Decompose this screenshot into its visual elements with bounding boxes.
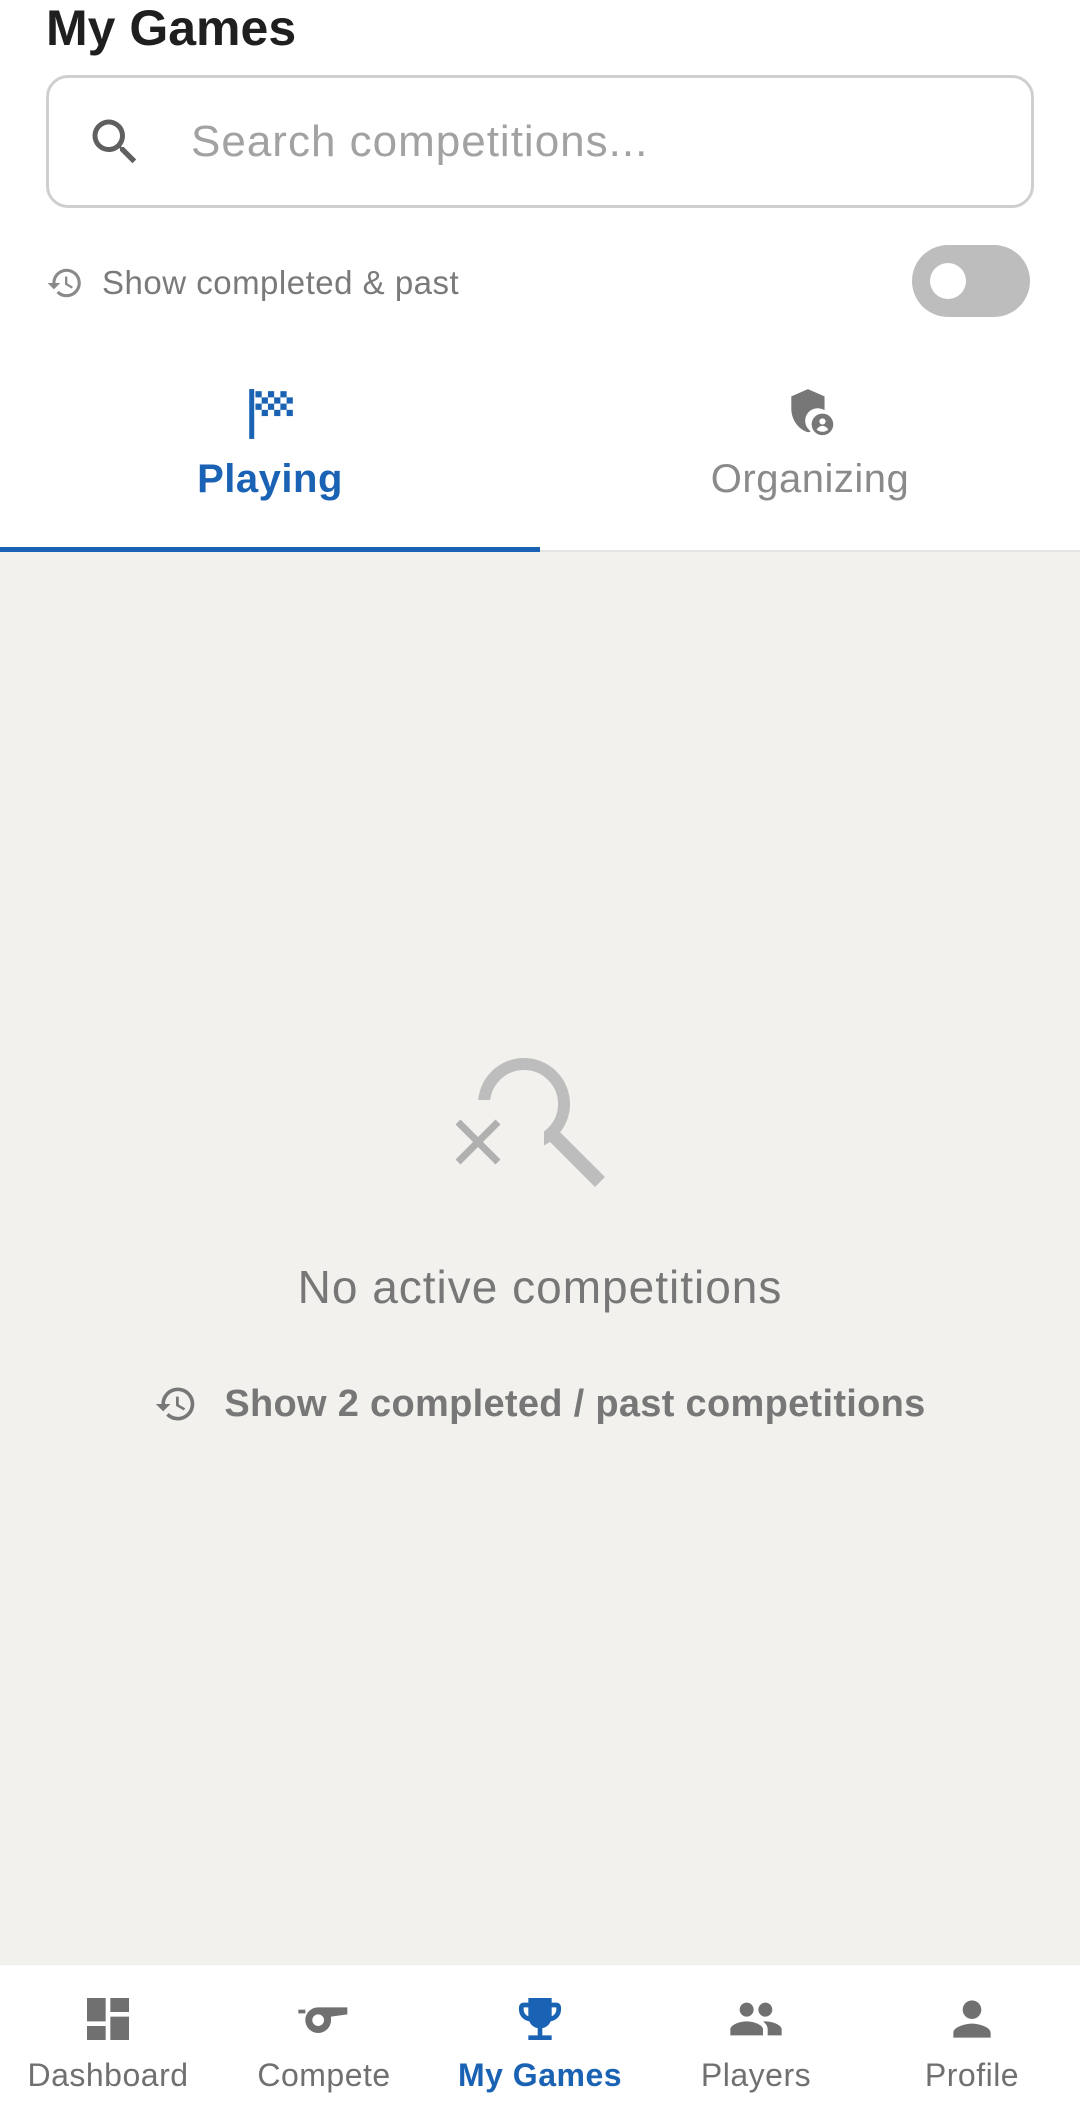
nav-dashboard-label: Dashboard (27, 2057, 189, 2093)
person-icon (953, 2000, 991, 2038)
tab-playing[interactable]: Playing (0, 370, 540, 552)
whistle-icon (298, 2007, 348, 2033)
search-box[interactable] (46, 75, 1034, 208)
show-completed-label: Show completed & past (102, 264, 460, 301)
app-root: My Games Show completed & past (0, 0, 1080, 2121)
tab-organizing-label: Organizing (710, 457, 910, 501)
tab-bar: Playing Organizing (0, 370, 1080, 552)
show-completed-toggle[interactable] (912, 245, 1030, 317)
toggle-knob (930, 263, 966, 299)
history-icon (47, 268, 81, 298)
shield-person-icon (791, 389, 834, 436)
competition-list-area: No active competitions Show 2 completed … (0, 552, 1080, 1964)
nav-compete-label: Compete (257, 2057, 391, 2093)
nav-my-games[interactable]: My Games (432, 1965, 648, 2121)
search-input[interactable] (191, 116, 951, 167)
checkered-flag-icon (249, 389, 293, 439)
dashboard-icon (87, 1998, 129, 2040)
page-title: My Games (46, 0, 297, 56)
show-completed-row: Show completed & past (46, 245, 1034, 321)
nav-profile[interactable]: Profile (864, 1965, 1080, 2121)
nav-players[interactable]: Players (648, 1965, 864, 2121)
search-icon (92, 119, 137, 163)
history-icon (156, 1387, 195, 1421)
nav-compete[interactable]: Compete (216, 1965, 432, 2121)
trophy-icon (519, 1998, 561, 2040)
nav-dashboard[interactable]: Dashboard (0, 1965, 216, 2121)
people-icon (730, 2002, 782, 2036)
nav-profile-label: Profile (924, 2057, 1020, 2093)
search-off-icon (455, 1058, 605, 1187)
show-past-competitions-label: Show 2 completed / past competitions (224, 1382, 926, 1425)
empty-state-title: No active competitions (297, 1261, 783, 1313)
show-past-competitions-button[interactable]: Show 2 completed / past competitions (0, 1382, 1080, 1426)
tab-organizing[interactable]: Organizing (540, 370, 1080, 550)
nav-players-label: Players (700, 2057, 812, 2093)
bottom-navigation: Dashboard Compete My Games Players Profi… (0, 1964, 1080, 2121)
nav-my-games-label: My Games (457, 2057, 623, 2093)
tab-playing-label: Playing (197, 457, 343, 501)
